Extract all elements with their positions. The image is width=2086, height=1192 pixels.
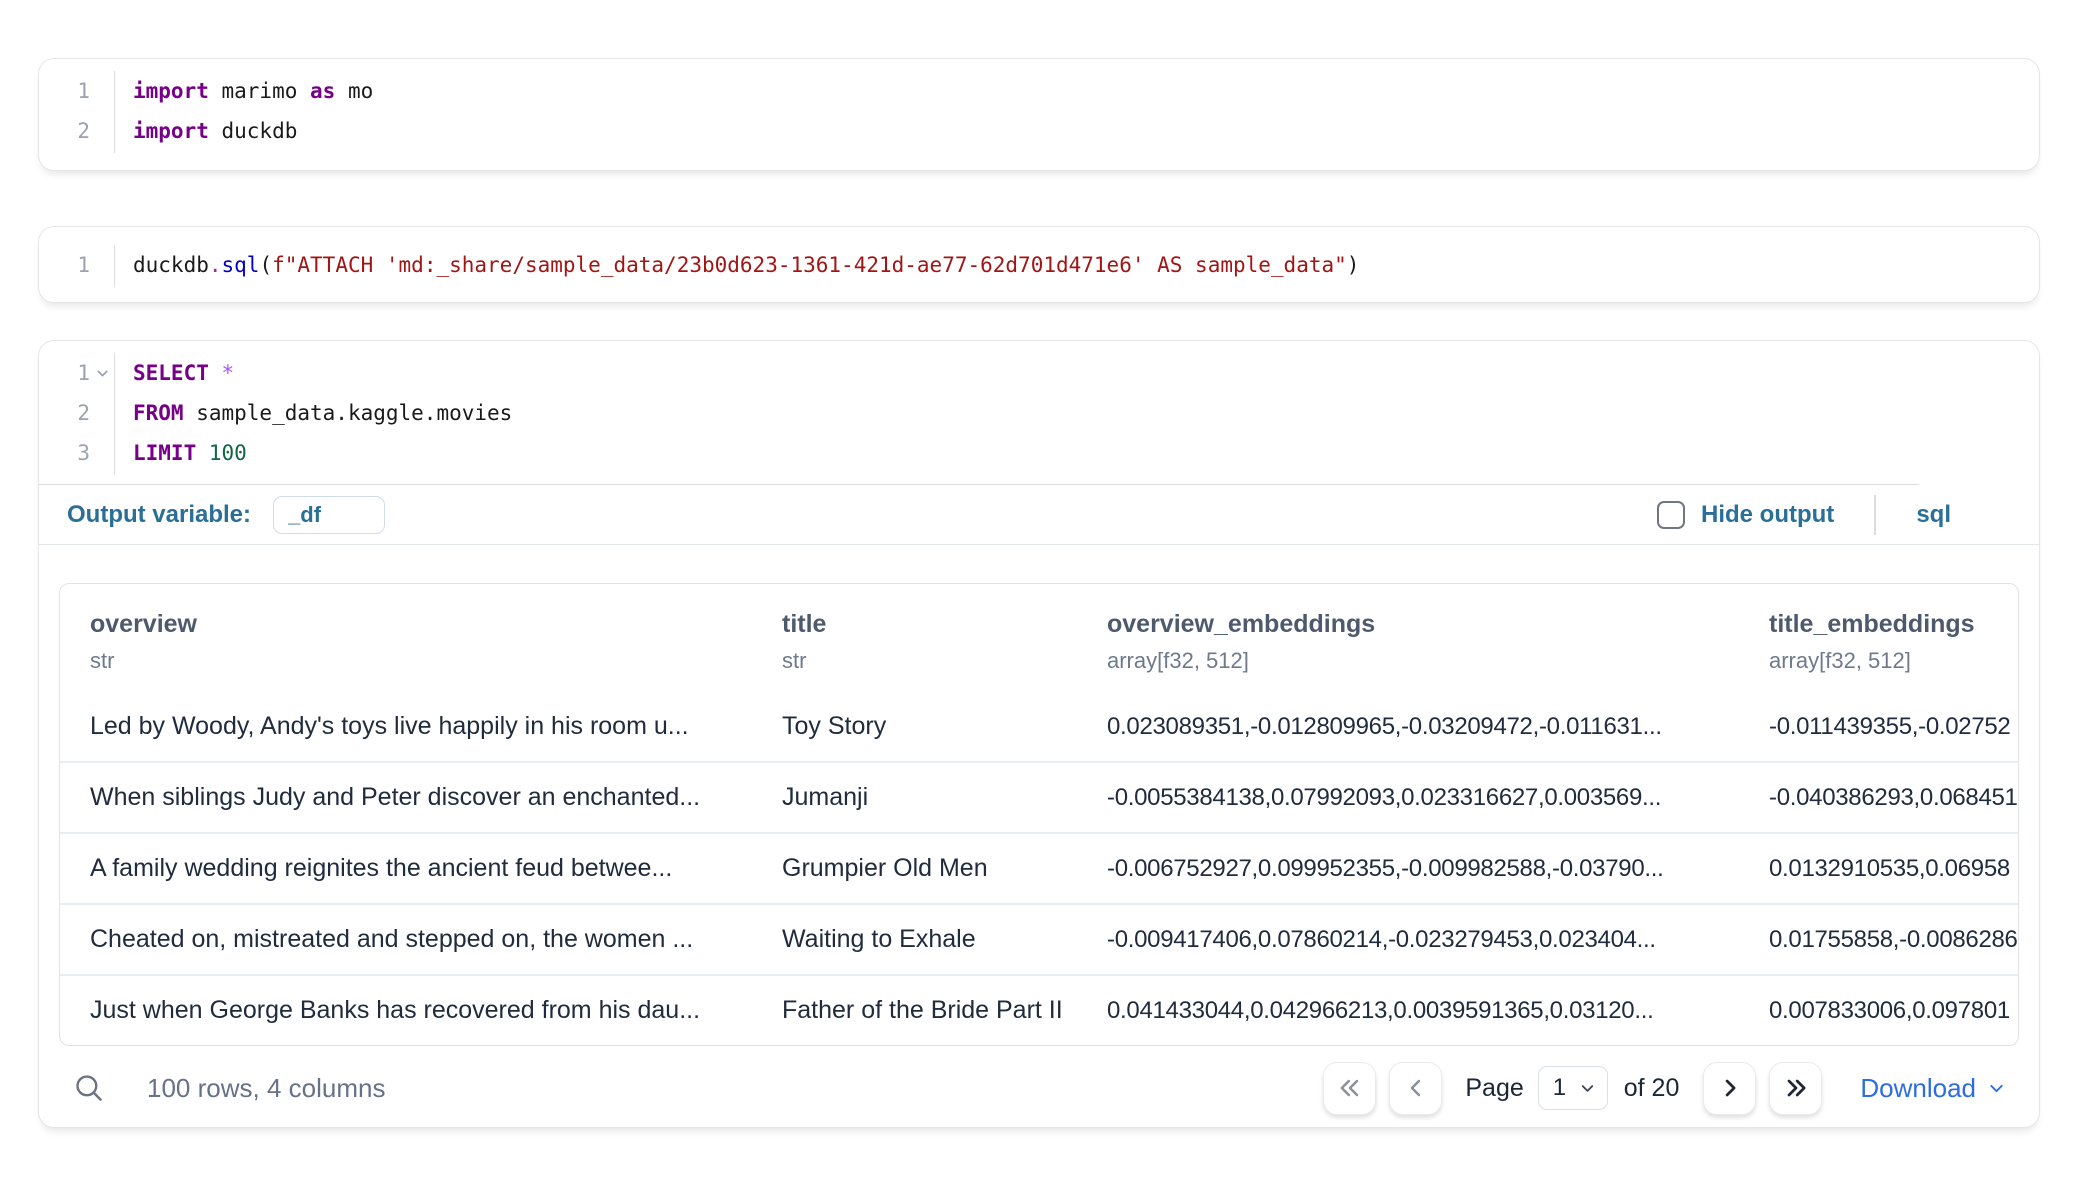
table-row: A family wedding reignites the ancient f… [60, 833, 2018, 904]
cell-overview: Just when George Banks has recovered fro… [60, 975, 752, 1045]
cell-title: Jumanji [752, 762, 1077, 833]
fold-slot [90, 111, 114, 151]
line-number-gutter: 1 2 3 [39, 353, 115, 475]
fold-slot [90, 433, 114, 473]
page-label: Page [1465, 1074, 1523, 1103]
cell-title: Waiting to Exhale [752, 904, 1077, 975]
cell-title: Father of the Bride Part II [752, 975, 1077, 1045]
code-content[interactable]: duckdb.sql(f"ATTACH 'md:_share/sample_da… [115, 245, 1359, 287]
column-header-title_embeddings[interactable]: title_embeddings array[f32, 512] [1739, 584, 2018, 692]
code-line[interactable]: duckdb.sql(f"ATTACH 'md:_share/sample_da… [133, 245, 1359, 285]
cell-overview_embeddings: -0.009417406,0.07860214,-0.023279453,0.0… [1077, 904, 1739, 975]
cell-title_embeddings: -0.040386293,0.068451 [1739, 762, 2018, 833]
line-number-gutter: 12 [39, 71, 115, 153]
fold-slot [90, 393, 114, 433]
column-type: array[f32, 512] [1769, 648, 2003, 674]
download-button[interactable]: Download [1860, 1073, 2007, 1104]
code-content[interactable]: SELECT *FROM sample_data.kaggle.moviesLI… [115, 353, 512, 475]
hide-output-label[interactable]: Hide output [1701, 501, 1834, 529]
cell-overview_embeddings: 0.023089351,-0.012809965,-0.03209472,-0.… [1077, 692, 1739, 762]
cell-overview_embeddings: 0.041433044,0.042966213,0.0039591365,0.0… [1077, 975, 1739, 1045]
code-editor[interactable]: 1 duckdb.sql(f"ATTACH 'md:_share/sample_… [39, 227, 2039, 287]
chevron-down-icon [1578, 1079, 1597, 1098]
output-variable-bar: Output variable: Hide output sql [39, 485, 2039, 545]
fold-chevron-icon[interactable] [90, 353, 114, 393]
table-summary: 100 rows, 4 columns [147, 1073, 385, 1104]
cell-title_embeddings: 0.01755858,-0.0086286 [1739, 904, 2018, 975]
cell-title: Grumpier Old Men [752, 833, 1077, 904]
column-type: array[f32, 512] [1107, 648, 1724, 674]
cell-overview_embeddings: -0.006752927,0.099952355,-0.009982588,-0… [1077, 833, 1739, 904]
line-number: 1 [77, 361, 90, 385]
table-footer: 100 rows, 4 columns Page 1 of 20 [59, 1046, 2019, 1130]
table-row: When siblings Judy and Peter discover an… [60, 762, 2018, 833]
code-cell-imports: 12 import marimo as moimport duckdb [38, 58, 2040, 171]
cell-overview: When siblings Judy and Peter discover an… [60, 762, 752, 833]
line-number: 1 [77, 79, 90, 103]
line-number: 3 [77, 441, 90, 465]
line-number-gutter: 1 [39, 245, 115, 287]
download-label: Download [1860, 1073, 1976, 1104]
cell-output: overview str title str overview_embeddingsar… [39, 545, 2039, 1130]
page-count-label: of 20 [1624, 1074, 1680, 1103]
divider [1874, 495, 1876, 535]
cell-overview: A family wedding reignites the ancient f… [60, 833, 752, 904]
code-editor[interactable]: 12 import marimo as moimport duckdb [39, 59, 2039, 153]
hide-output-checkbox[interactable] [1657, 501, 1685, 529]
cell-title: Toy Story [752, 692, 1077, 762]
line-number: 1 [77, 253, 90, 277]
code-line[interactable]: FROM sample_data.kaggle.movies [133, 393, 512, 433]
cell-title_embeddings: 0.007833006,0.097801 [1739, 975, 2018, 1045]
line-number: 2 [77, 119, 90, 143]
column-name: overview [90, 610, 737, 639]
table-row: Led by Woody, Andy's toys live happily i… [60, 692, 2018, 762]
table-row: Cheated on, mistreated and stepped on, t… [60, 904, 2018, 975]
column-type: str [782, 648, 1062, 674]
table-row: Just when George Banks has recovered fro… [60, 975, 2018, 1045]
code-line[interactable]: import marimo as mo [133, 71, 373, 111]
column-header-title[interactable]: title str [752, 584, 1077, 692]
code-content[interactable]: import marimo as moimport duckdb [115, 71, 373, 153]
column-header-overview_embeddings[interactable]: overview_embeddings array[f32, 512] [1077, 584, 1739, 692]
page-select[interactable]: 1 [1538, 1066, 1608, 1110]
code-editor[interactable]: 1 2 3 SELECT *FROM sample_data.kaggle.movi… [39, 341, 2039, 475]
column-header-overview[interactable]: overview str [60, 584, 752, 692]
chevron-down-icon [1986, 1078, 2007, 1099]
column-name: title [782, 610, 1062, 639]
search-icon[interactable] [67, 1066, 111, 1110]
table-header-row: overview str title str overview_embeddingsar… [60, 584, 2018, 692]
cell-title_embeddings: 0.0132910535,0.06958 [1739, 833, 2018, 904]
output-variable-label: Output variable: [67, 501, 251, 529]
fold-slot [90, 71, 114, 111]
sql-query-cell: 1 2 3 SELECT *FROM sample_data.kaggle.movi… [38, 340, 2040, 1128]
cell-overview: Led by Woody, Andy's toys live happily i… [60, 692, 752, 762]
data-table: overview str title str overview_embeddingsar… [59, 583, 2019, 1046]
language-select[interactable]: sql [1916, 501, 1951, 529]
page-select-value: 1 [1553, 1074, 1566, 1102]
line-number: 2 [77, 401, 90, 425]
next-page-button[interactable] [1703, 1062, 1756, 1115]
cell-overview: Cheated on, mistreated and stepped on, t… [60, 904, 752, 975]
code-line[interactable]: LIMIT 100 [133, 433, 512, 473]
code-cell-attach: 1 duckdb.sql(f"ATTACH 'md:_share/sample_… [38, 226, 2040, 303]
column-type: str [90, 648, 737, 674]
first-page-button[interactable] [1323, 1062, 1376, 1115]
pagination: Page 1 of 20 Download [1323, 1062, 2007, 1115]
code-line[interactable]: SELECT * [133, 353, 512, 393]
column-name: title_embeddings [1769, 610, 2003, 639]
code-line[interactable]: import duckdb [133, 111, 373, 151]
output-variable-input[interactable] [273, 496, 385, 534]
fold-slot [90, 245, 114, 285]
cell-title_embeddings: -0.011439355,-0.02752 [1739, 692, 2018, 762]
cell-overview_embeddings: -0.0055384138,0.07992093,0.023316627,0.0… [1077, 762, 1739, 833]
last-page-button[interactable] [1769, 1062, 1822, 1115]
prev-page-button[interactable] [1389, 1062, 1442, 1115]
column-name: overview_embeddings [1107, 610, 1724, 639]
